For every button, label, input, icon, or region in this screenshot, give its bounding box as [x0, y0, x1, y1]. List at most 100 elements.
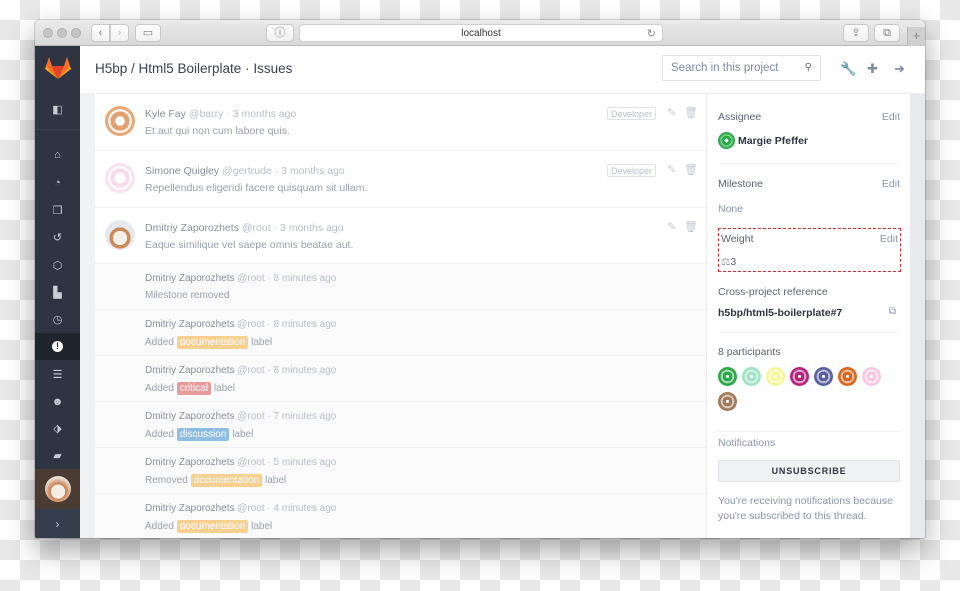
back-icon: ‹	[98, 26, 103, 39]
note-meta: @root · 3 months ago	[241, 222, 344, 234]
system-note-author[interactable]: Dmitriy Zaporozhets	[145, 503, 234, 514]
note-author[interactable]: Simone Quigley	[145, 165, 219, 177]
participant-avatar[interactable]	[862, 367, 881, 386]
system-note-meta: @root · 4 minutes ago	[237, 503, 337, 514]
sidebar-toggle-button[interactable]: ▭	[135, 24, 161, 42]
users-icon: ☻	[51, 395, 64, 408]
assignee-label: Assignee	[718, 111, 762, 123]
edit-icon[interactable]: ✎	[667, 220, 676, 233]
assignee-value[interactable]: Margie Pfeffer	[718, 132, 900, 149]
search-input[interactable]: Search in this project ⚲	[662, 55, 821, 81]
reload-icon[interactable]: ↻	[647, 27, 656, 40]
sidebar-item-home[interactable]: ⌂	[35, 141, 80, 168]
system-note-suffix: label	[232, 429, 254, 440]
system-note-author[interactable]: Dmitriy Zaporozhets	[145, 319, 234, 330]
label-critical[interactable]: critical	[176, 382, 212, 395]
delete-icon[interactable]: 🗑	[684, 163, 698, 176]
label-documentation[interactable]: documentation	[190, 474, 263, 487]
sidebar-item-files[interactable]: ❐	[35, 197, 80, 224]
participant-avatar[interactable]	[814, 367, 833, 386]
label-documentation[interactable]: documentation	[176, 520, 249, 533]
weight-label: Weight	[721, 233, 754, 245]
admin-wrench-icon[interactable]: 🔧	[840, 61, 856, 77]
sidebar-item-labels[interactable]: ⬗	[35, 415, 80, 442]
note-body: Eaque similique vel saepe omnis beatae a…	[145, 239, 354, 251]
issue-sidebar: Assignee Edit Margie Pfeffer Milestone E…	[706, 94, 910, 538]
system-note-author[interactable]: Dmitriy Zaporozhets	[145, 411, 234, 422]
sidebar-item-network[interactable]: ⬡	[35, 252, 80, 279]
sidebar-item-issues[interactable]: !	[35, 333, 80, 360]
minimize-window-button[interactable]	[57, 28, 67, 38]
note-item: Dmitriy Zaporozhets @root · 3 months ago…	[95, 208, 706, 264]
unsubscribe-button[interactable]: UNSUBSCRIBE	[718, 460, 900, 482]
close-window-button[interactable]	[43, 28, 53, 38]
maximize-window-button[interactable]	[71, 28, 81, 38]
show-tabs-button[interactable]: ⧉	[874, 24, 900, 42]
back-button[interactable]: ‹	[91, 24, 110, 42]
gitlab-logo[interactable]	[35, 46, 80, 90]
sign-out-icon[interactable]: ➜	[894, 61, 905, 77]
weight-edit-link[interactable]: Edit	[880, 233, 898, 245]
edit-icon[interactable]: ✎	[667, 106, 676, 119]
copy-icon[interactable]: ⧉	[889, 306, 896, 317]
label-discussion[interactable]: discussion	[176, 428, 230, 441]
system-note-author-line: Dmitriy Zaporozhets @root · 8 minutes ag…	[145, 319, 336, 330]
system-note-meta: @root · 5 minutes ago	[237, 457, 337, 468]
project-sidebar: ◧ ⌂ ◔ ❐ ↺ ⬡ ▙ ◷ ! ☰ ☻ ⬗ ▰ ›	[35, 46, 80, 538]
edit-icon[interactable]: ✎	[667, 163, 676, 176]
chevron-right-icon: ›	[55, 516, 60, 531]
note-item: Kyle Fay @barry · 3 months ago Et aut qu…	[95, 94, 706, 151]
assignee-edit-link[interactable]: Edit	[882, 111, 900, 123]
plus-icon: +	[912, 28, 921, 43]
note-author[interactable]: Dmitriy Zaporozhets	[145, 222, 239, 234]
note-body: Repellendus eligendi facere quisquam sit…	[145, 182, 368, 194]
forward-button[interactable]: ›	[110, 24, 129, 42]
user-avatar-button[interactable]	[35, 469, 80, 509]
share-button[interactable]: ⇪	[843, 24, 869, 42]
system-note-author[interactable]: Dmitriy Zaporozhets	[145, 457, 234, 468]
sidebar-icon: ▭	[142, 26, 154, 39]
participants-label: 8 participants	[718, 346, 781, 358]
url-text: localhost	[461, 27, 501, 39]
sidebar-item-wiki[interactable]: ▰	[35, 442, 80, 469]
search-icon: ⚲	[804, 62, 812, 73]
sidebar-scrollbar[interactable]	[910, 94, 925, 538]
page-header: H5bp / Html5 Boilerplate · Issues Search…	[80, 46, 925, 94]
divider	[718, 163, 900, 164]
sidebar-item-graphs[interactable]: ▙	[35, 279, 80, 306]
participant-avatar[interactable]	[766, 367, 785, 386]
participant-avatar[interactable]	[742, 367, 761, 386]
divider	[718, 332, 900, 333]
cubes-icon: ⬡	[52, 260, 63, 272]
weight-block: Weight Edit ⚖3	[718, 228, 901, 272]
label-documentation[interactable]: documentation	[176, 336, 249, 349]
system-note-meta: @root · 7 minutes ago	[237, 411, 337, 422]
balance-scale-icon: ⚖	[721, 256, 731, 268]
sidebar-item-merge-requests[interactable]: ☰	[35, 361, 80, 388]
new-tab-button[interactable]: +	[907, 27, 925, 46]
address-bar[interactable]: localhost ↻	[299, 24, 663, 42]
milestone-edit-link[interactable]: Edit	[882, 178, 900, 190]
system-note-author[interactable]: Dmitriy Zaporozhets	[145, 365, 234, 376]
sidebar-item-dashboard[interactable]: ◔	[35, 169, 80, 196]
participant-avatar[interactable]	[838, 367, 857, 386]
participant-avatar[interactable]	[718, 367, 737, 386]
note-author-line: Kyle Fay @barry · 3 months ago	[145, 108, 296, 120]
delete-icon[interactable]: 🗑	[684, 106, 698, 119]
site-info-button[interactable]: ⓘ	[266, 24, 294, 42]
note-author[interactable]: Kyle Fay	[145, 108, 186, 120]
role-badge: Developer	[606, 164, 656, 177]
system-note-author[interactable]: Dmitriy Zaporozhets	[145, 273, 234, 284]
sidebar-item-milestones[interactable]: ◷	[35, 306, 80, 333]
new-plus-icon[interactable]: ✚	[867, 61, 878, 77]
participant-avatar[interactable]	[790, 367, 809, 386]
system-note: Dmitriy Zaporozhets @root · 4 minutes ag…	[95, 494, 706, 538]
participant-avatar[interactable]	[718, 392, 737, 411]
notifications-label: Notifications	[718, 437, 776, 449]
sidebar-collapse-toggle[interactable]: ◧	[35, 90, 80, 130]
sidebar-item-members[interactable]: ☻	[35, 388, 80, 415]
sidebar-item-history[interactable]: ↺	[35, 224, 80, 251]
notes-timeline: Kyle Fay @barry · 3 months ago Et aut qu…	[95, 94, 706, 538]
sidebar-expand-button[interactable]: ›	[35, 509, 80, 538]
delete-icon[interactable]: 🗑	[684, 220, 698, 233]
